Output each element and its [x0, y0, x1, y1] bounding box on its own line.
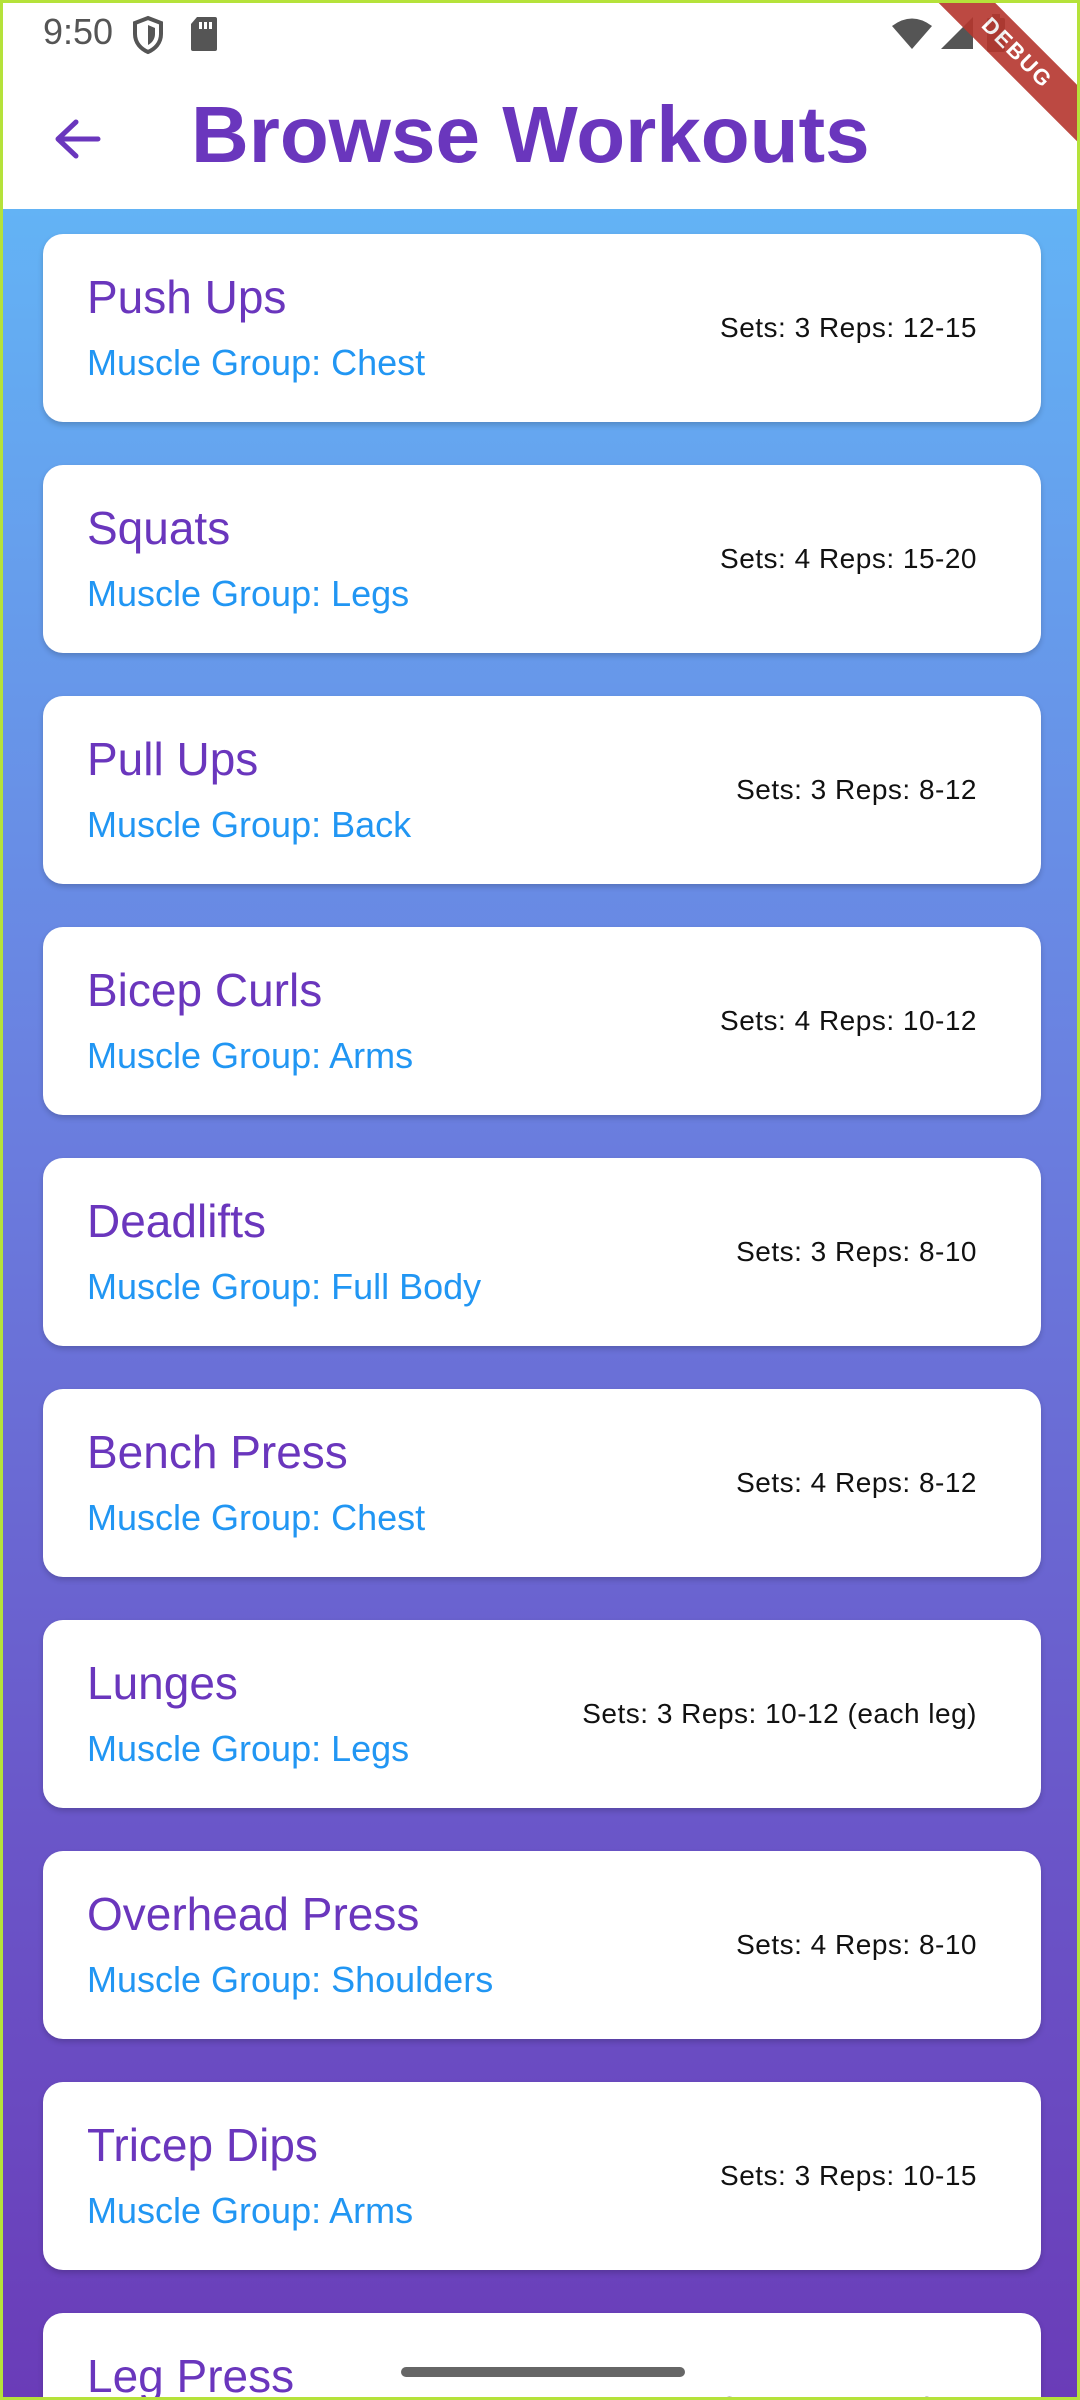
workout-name: Tricep Dips: [87, 2119, 318, 2171]
workout-card[interactable]: Bench Press Muscle Group: Chest Sets: 4 …: [43, 1389, 1041, 1577]
workout-muscle-group: Muscle Group: Arms: [87, 2190, 414, 2231]
workout-card[interactable]: Deadlifts Muscle Group: Full Body Sets: …: [43, 1158, 1041, 1346]
workout-name: Lunges: [87, 1657, 238, 1709]
workout-sets-reps: Sets: 3 Reps: 10-12 (each leg): [582, 1698, 977, 1729]
workout-name: Overhead Press: [87, 1888, 420, 1940]
workout-sets-reps: Sets: 3 Reps: 8-10: [736, 1236, 977, 1267]
workout-sets-reps: Sets: 4 Reps: 8-10: [736, 1929, 977, 1960]
wifi-icon: [891, 17, 933, 56]
workout-card[interactable]: Lunges Muscle Group: Legs Sets: 3 Reps: …: [43, 1620, 1041, 1808]
workout-name: Deadlifts: [87, 1195, 266, 1247]
workout-card[interactable]: Bicep Curls Muscle Group: Arms Sets: 4 R…: [43, 927, 1041, 1115]
home-indicator[interactable]: [401, 2367, 685, 2377]
workout-sets-reps: Sets: 4 Reps: 15-20: [720, 543, 977, 574]
workout-muscle-group: Muscle Group: Back: [87, 804, 412, 845]
workout-card[interactable]: Pull Ups Muscle Group: Back Sets: 3 Reps…: [43, 696, 1041, 884]
workout-muscle-group: Muscle Group: Shoulders: [87, 1959, 494, 2000]
arrow-back-icon: [55, 119, 101, 159]
workout-sets-reps: Sets: 4 Reps: 10-15: [720, 2391, 977, 2397]
workout-sets-reps: Sets: 3 Reps: 8-12: [736, 774, 977, 805]
shield-icon: [131, 15, 165, 60]
app-bar: Browse Workouts: [3, 67, 1077, 209]
page-title: Browse Workouts: [191, 90, 870, 179]
workout-sets-reps: Sets: 3 Reps: 12-15: [720, 312, 977, 343]
workout-card[interactable]: Leg Press Sets: 4 Reps: 10-15: [43, 2313, 1041, 2400]
workout-muscle-group: Muscle Group: Legs: [87, 573, 410, 614]
workout-name: Leg Press: [87, 2350, 295, 2400]
workout-name: Push Ups: [87, 271, 287, 323]
workout-card[interactable]: Tricep Dips Muscle Group: Arms Sets: 3 R…: [43, 2082, 1041, 2270]
back-button[interactable]: [43, 105, 111, 173]
workout-muscle-group: Muscle Group: Chest: [87, 1497, 426, 1538]
workout-sets-reps: Sets: 4 Reps: 10-12: [720, 1005, 977, 1036]
status-time: 9:50: [43, 11, 114, 52]
workout-muscle-group: Muscle Group: Full Body: [87, 1266, 482, 1307]
sd-card-icon: [189, 15, 219, 58]
workout-name: Pull Ups: [87, 733, 259, 785]
workout-card[interactable]: Push Ups Muscle Group: Chest Sets: 3 Rep…: [43, 234, 1041, 422]
workout-list[interactable]: Push Ups Muscle Group: Chest Sets: 3 Rep…: [3, 209, 1077, 2400]
status-bar: 9:50: [3, 3, 1077, 67]
app-frame: 9:50 Browse Workouts Push Ups Muscle Gro…: [0, 0, 1080, 2400]
workout-card[interactable]: Overhead Press Muscle Group: Shoulders S…: [43, 1851, 1041, 2039]
workout-sets-reps: Sets: 4 Reps: 8-12: [736, 1467, 977, 1498]
workout-name: Squats: [87, 502, 231, 554]
workout-muscle-group: Muscle Group: Arms: [87, 1035, 414, 1076]
workout-muscle-group: Muscle Group: Legs: [87, 1728, 410, 1769]
workout-card[interactable]: Squats Muscle Group: Legs Sets: 4 Reps: …: [43, 465, 1041, 653]
workout-muscle-group: Muscle Group: Chest: [87, 342, 426, 383]
workout-name: Bench Press: [87, 1426, 348, 1478]
workout-name: Bicep Curls: [87, 964, 323, 1016]
workout-sets-reps: Sets: 3 Reps: 10-15: [720, 2160, 977, 2191]
